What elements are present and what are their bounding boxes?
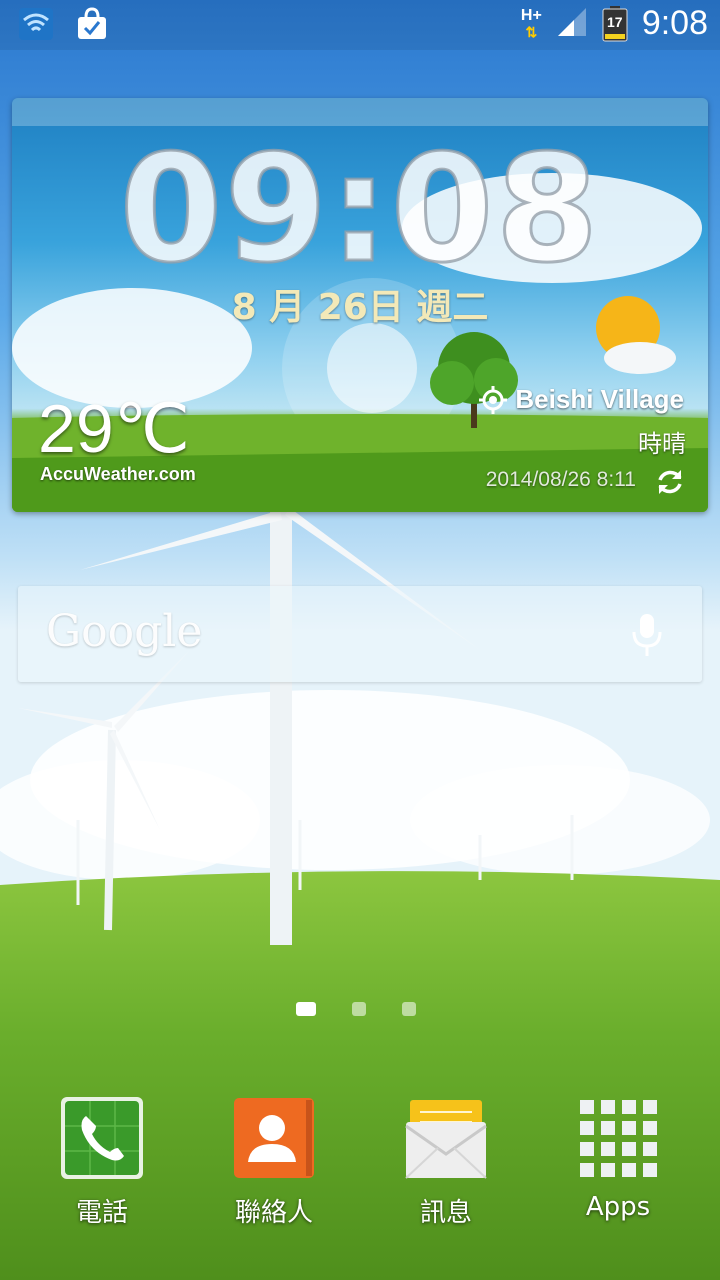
last-updated: 2014/08/26 8:11 [485,468,636,491]
dock-item-contacts[interactable]: 聯絡人 [214,1096,334,1229]
data-arrows-icon: H+ ⇅ [520,6,542,40]
google-logo[interactable]: Google [46,606,202,657]
dock-label-contacts: 聯絡人 [234,1198,313,1228]
widget-top-bar [12,98,708,126]
dock-item-phone[interactable]: 電話 [42,1096,162,1229]
dock-item-apps[interactable]: Apps [558,1096,678,1222]
dock: 電話 聯絡人 訊息 Apps [0,1096,720,1236]
page-dot-2[interactable] [352,1002,366,1016]
status-bar: H+ ⇅ 17 9:08 [0,0,720,50]
widget-clock[interactable]: 09:08 [12,133,708,286]
google-search-bar[interactable]: Google [18,586,702,682]
page-dot-1[interactable] [296,1002,316,1016]
microphone-icon[interactable] [630,612,664,658]
wifi-icon[interactable] [18,6,54,42]
status-time: 9:08 [641,4,708,42]
page-dot-3[interactable] [402,1002,416,1016]
apps-grid-icon[interactable] [576,1096,660,1180]
page-indicator[interactable] [296,1002,416,1016]
messages-icon[interactable] [404,1096,488,1180]
network-type: H+ [520,6,542,24]
dock-label-phone: 電話 [75,1198,128,1228]
location-name: Beishi Village [515,384,684,414]
location-target-icon [479,385,508,414]
location: Beishi Village [479,384,684,415]
widget-date: 8 月 26日 週二 [231,287,489,328]
signal-icon [556,6,588,42]
dock-item-messages[interactable]: 訊息 [386,1096,506,1229]
clock-weather-widget[interactable]: 09:08 8 月 26日 週二 29℃ AccuWeather.com Bei… [12,98,708,512]
refresh-icon[interactable] [654,466,686,498]
contacts-icon[interactable] [232,1096,316,1180]
notification-badge: 17 [607,13,623,30]
battery-icon: 17 [602,5,628,42]
shopping-bag-icon[interactable] [74,6,110,42]
dock-label-messages: 訊息 [419,1198,472,1228]
weather-condition: 時晴 [638,430,686,458]
dock-label-apps: Apps [585,1192,651,1222]
provider-logo[interactable]: AccuWeather.com [40,464,196,485]
phone-icon[interactable] [60,1096,144,1180]
temperature: 29℃ [38,391,191,467]
